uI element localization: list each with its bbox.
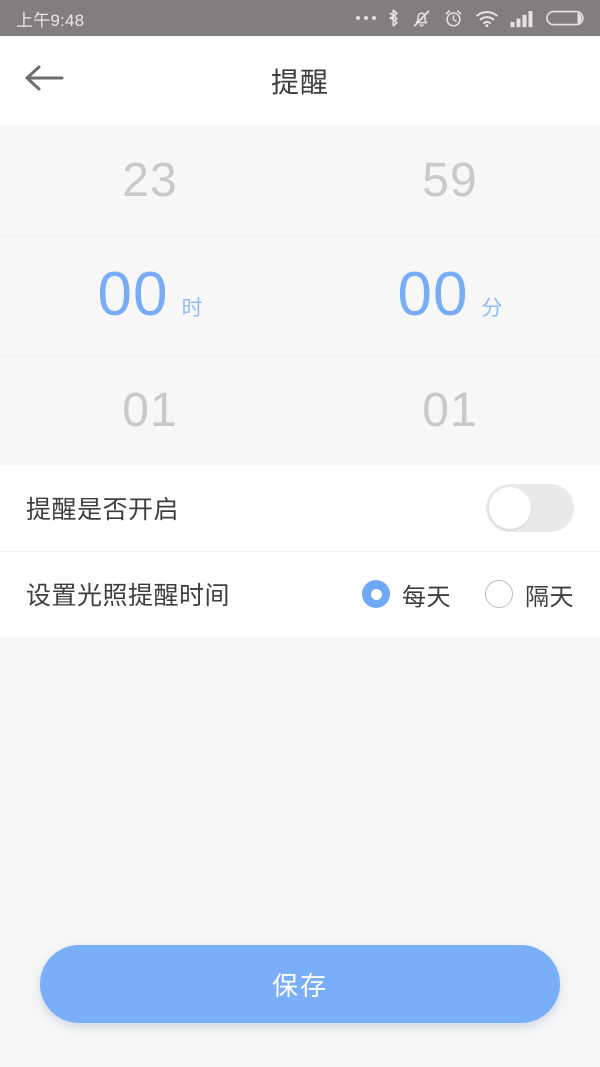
status-bar-clock: 上午9:48 [16, 10, 85, 30]
bluetooth-icon [387, 8, 400, 28]
hour-prev-value: 23 [122, 153, 178, 207]
alarm-clock-icon [443, 8, 464, 29]
minute-picker-column[interactable]: 59 00 分 01 [300, 125, 600, 465]
frequency-option-alternate-label: 隔天 [525, 583, 574, 611]
reminder-enable-row[interactable]: 提醒是否开启 [0, 465, 600, 551]
hour-selected-row[interactable]: 00 时 [0, 235, 300, 355]
hour-picker-column[interactable]: 23 00 时 01 [0, 125, 300, 465]
status-bar-icons [355, 8, 587, 29]
minute-next-value: 01 [422, 383, 478, 437]
save-button[interactable]: 保存 [40, 945, 560, 1023]
time-picker: 23 00 时 01 59 00 分 01 [0, 125, 600, 465]
reminder-enable-label: 提醒是否开启 [26, 496, 180, 524]
minute-prev-value: 59 [422, 153, 478, 207]
frequency-option-daily-label: 每天 [402, 583, 451, 611]
frequency-option-daily[interactable]: 每天 [362, 577, 451, 612]
minute-selected-row[interactable]: 00 分 [300, 235, 600, 355]
reminder-frequency-row: 设置光照提醒时间 每天 隔天 [0, 551, 600, 637]
toggle-knob [489, 487, 531, 529]
radio-unselected-icon [485, 580, 513, 608]
minute-selected-value: 00 [397, 260, 469, 329]
title-bar: 提醒 [0, 36, 600, 125]
signal-bars-icon [510, 9, 535, 28]
more-dots-icon [355, 15, 376, 21]
minute-unit-label: 分 [481, 297, 503, 320]
page-title: 提醒 [270, 66, 329, 98]
battery-icon [546, 8, 586, 28]
status-bar: 上午9:48 [0, 0, 600, 36]
minute-next-value-row[interactable]: 01 [300, 355, 600, 465]
frequency-option-alternate[interactable]: 隔天 [485, 577, 574, 612]
reminder-frequency-label: 设置光照提醒时间 [26, 582, 231, 610]
app-screen: 上午9:48 提醒 23 00 时 01 59 00 分 01 提醒是否开启 设… [0, 0, 600, 1067]
hour-unit-label: 时 [181, 297, 203, 320]
wifi-icon [475, 9, 499, 28]
hour-next-value-row[interactable]: 01 [0, 355, 300, 465]
mute-bell-icon [411, 8, 432, 29]
back-button[interactable] [22, 57, 76, 105]
minute-prev-value-row[interactable]: 59 [300, 125, 600, 235]
reminder-enable-toggle[interactable] [486, 484, 574, 532]
footer-action-area: 保存 [0, 945, 600, 1067]
back-arrow-icon [22, 63, 66, 98]
frequency-radio-group: 每天 隔天 [362, 577, 574, 612]
hour-selected-value: 00 [97, 260, 169, 329]
hour-next-value: 01 [122, 383, 178, 437]
hour-prev-value-row[interactable]: 23 [0, 125, 300, 235]
radio-selected-icon [362, 580, 390, 608]
settings-card: 提醒是否开启 设置光照提醒时间 每天 隔天 [0, 465, 600, 637]
